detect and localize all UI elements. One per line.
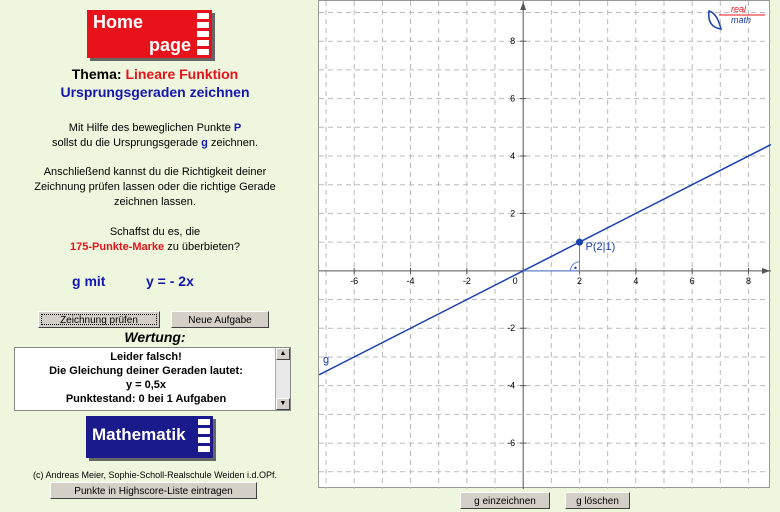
rating-textarea[interactable]: Leider falsch! Die Gleichung deiner Gera… <box>14 347 291 411</box>
rating-title: Wertung: <box>124 329 186 345</box>
draw-line-button[interactable]: g einzeichnen <box>460 492 550 509</box>
line-g-label: g <box>323 354 329 366</box>
logo-stripes-icon <box>198 419 210 455</box>
right-angle-dot-icon <box>574 266 577 270</box>
x-tick-label: 2 <box>577 276 582 286</box>
line-g <box>319 143 771 376</box>
coordinate-graph[interactable]: -6 -4 -2 0 2 4 6 8 8 6 4 2 -2 -4 -6 P(2|1) g real math <box>318 0 771 489</box>
y-tick-label: 4 <box>510 151 515 161</box>
copyright-text: (c) Andreas Meier, Sophie-Scholl-Realsch… <box>33 470 277 480</box>
x-tick-label: -6 <box>350 276 358 286</box>
point-p-label: P(2|1) <box>585 241 615 253</box>
y-tick-label: 2 <box>510 208 515 218</box>
scroll-down-icon[interactable]: ▼ <box>276 398 290 410</box>
rating-line-2: Die Gleichung deiner Geraden lautet: <box>49 365 243 377</box>
x-tick-label: 0 <box>513 276 518 286</box>
y-tick-label: 8 <box>510 36 515 46</box>
rating-line-4: Punktestand: 0 bei 1 Aufgaben <box>65 393 227 405</box>
delete-line-button[interactable]: g löschen <box>565 492 630 509</box>
y-tick-label: 6 <box>510 94 515 104</box>
mathematik-logo-button[interactable]: Mathematik <box>86 416 213 458</box>
x-tick-label: -2 <box>463 276 471 286</box>
right-angle-arc-icon <box>569 261 580 271</box>
realmath-logo-bottom: math <box>731 15 751 25</box>
x-tick-label: 8 <box>746 276 751 286</box>
challenge-paragraph: Schaffst du es, die 175-Punkte-Marke zu ü… <box>70 226 240 253</box>
y-axis-arrow-icon <box>520 2 527 10</box>
x-tick-label: -4 <box>407 276 415 286</box>
instructions-paragraph: Anschließend kannst du die Richtigkeit d… <box>34 166 276 208</box>
intro-paragraph: Mit Hilfe des beweglichen Punkte P solls… <box>51 122 259 149</box>
rating-line-1: Leider falsch! <box>110 351 182 363</box>
left-panel: Home page Thema: Lineare Funktion Urspru… <box>0 0 310 512</box>
home-text: Home <box>93 12 144 32</box>
new-task-button[interactable]: Neue Aufgabe <box>171 311 269 328</box>
realmath-logo-top: real <box>731 4 747 14</box>
x-axis-arrow-icon <box>762 267 770 274</box>
topic-subtitle: Ursprungsgeraden zeichnen <box>60 84 250 100</box>
coordinate-plot[interactable]: -6 -4 -2 0 2 4 6 8 8 6 4 2 -2 -4 -6 P(2|1) g realmath <box>319 1 771 489</box>
task-label: g mit <box>72 273 106 289</box>
homepage-logo-button[interactable]: Home page <box>87 10 212 58</box>
page-text: page <box>149 35 192 55</box>
x-tick-label: 6 <box>690 276 695 286</box>
point-p-handle[interactable] <box>575 238 583 246</box>
task-equation: y = - 2x <box>146 273 194 289</box>
mathematik-text: Mathematik <box>92 425 186 444</box>
y-tick-label: -4 <box>507 381 515 391</box>
rating-line-3: y = 0,5x <box>125 379 167 391</box>
y-tick-label: -2 <box>507 323 515 333</box>
rating-scrollbar[interactable]: ▲ ▼ <box>275 348 290 410</box>
realmath-logo-icon <box>708 10 722 30</box>
logo-stripes-icon <box>197 13 209 58</box>
scroll-up-icon[interactable]: ▲ <box>276 348 290 360</box>
x-tick-label: 4 <box>633 276 638 286</box>
highscore-button[interactable]: Punkte in Highscore-Liste eintragen <box>50 482 257 499</box>
topic-heading: Thema: Lineare Funktion <box>71 66 239 82</box>
y-tick-label: -6 <box>507 438 515 448</box>
check-drawing-button[interactable]: Zeichnung prüfen <box>38 311 160 328</box>
